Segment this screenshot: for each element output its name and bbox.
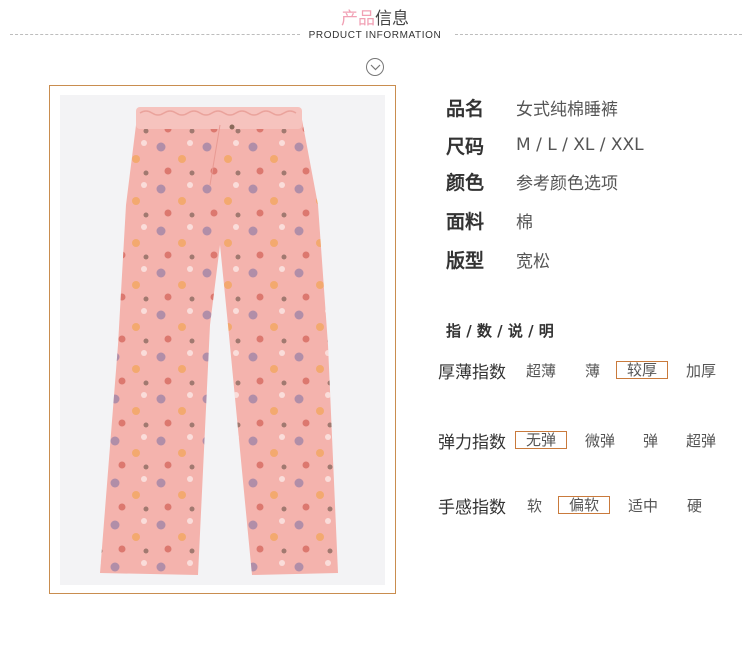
spec-label: 面料: [446, 210, 485, 233]
spec-size: 尺码 M / L / XL / XXL: [446, 132, 644, 158]
section-title: 产品信息: [0, 4, 750, 29]
spec-name: 品名 女式纯棉睡裤: [446, 94, 618, 120]
index-option: 软: [527, 497, 543, 515]
index-label: 弹力指数: [438, 433, 506, 453]
spec-color: 颜色 参考颜色选项: [446, 168, 618, 194]
index-option: 硬: [687, 497, 703, 515]
index-option-selected: 偏软: [558, 496, 611, 514]
spec-label: 品名: [446, 97, 485, 120]
pajama-pants-image: [100, 107, 338, 575]
index-option: 微弹: [585, 432, 616, 450]
section-title-accent: 产品: [341, 9, 375, 29]
chevron-down-icon: [366, 58, 384, 76]
spec-label: 颜色: [446, 171, 485, 194]
index-option: 超薄: [526, 362, 557, 380]
index-option: 适中: [628, 497, 659, 515]
section-title-main: 信息: [375, 9, 409, 29]
spec-label: 版型: [446, 249, 485, 272]
spec-label: 尺码: [446, 135, 485, 158]
spec-value: 女式纯棉睡裤: [516, 99, 618, 120]
index-option: 超弹: [686, 432, 717, 450]
spec-value: 参考颜色选项: [516, 173, 618, 194]
index-label: 手感指数: [438, 498, 506, 518]
index-guide-title: 指 / 数 / 说 / 明: [446, 322, 554, 340]
index-option-selected: 较厚: [616, 361, 669, 379]
product-photo: [60, 95, 385, 585]
spec-fit: 版型 宽松: [446, 246, 550, 272]
spec-value: M / L / XL / XXL: [516, 135, 644, 155]
spec-value: 宽松: [516, 251, 550, 272]
index-option-selected: 无弹: [515, 431, 568, 449]
section-subtitle: PRODUCT INFORMATION: [0, 30, 750, 41]
index-option: 薄: [585, 362, 601, 380]
index-option: 加厚: [686, 362, 717, 380]
index-label: 厚薄指数: [438, 363, 506, 383]
spec-value: 棉: [516, 212, 533, 233]
spec-fabric: 面料 棉: [446, 207, 533, 233]
index-option: 弹: [643, 432, 659, 450]
